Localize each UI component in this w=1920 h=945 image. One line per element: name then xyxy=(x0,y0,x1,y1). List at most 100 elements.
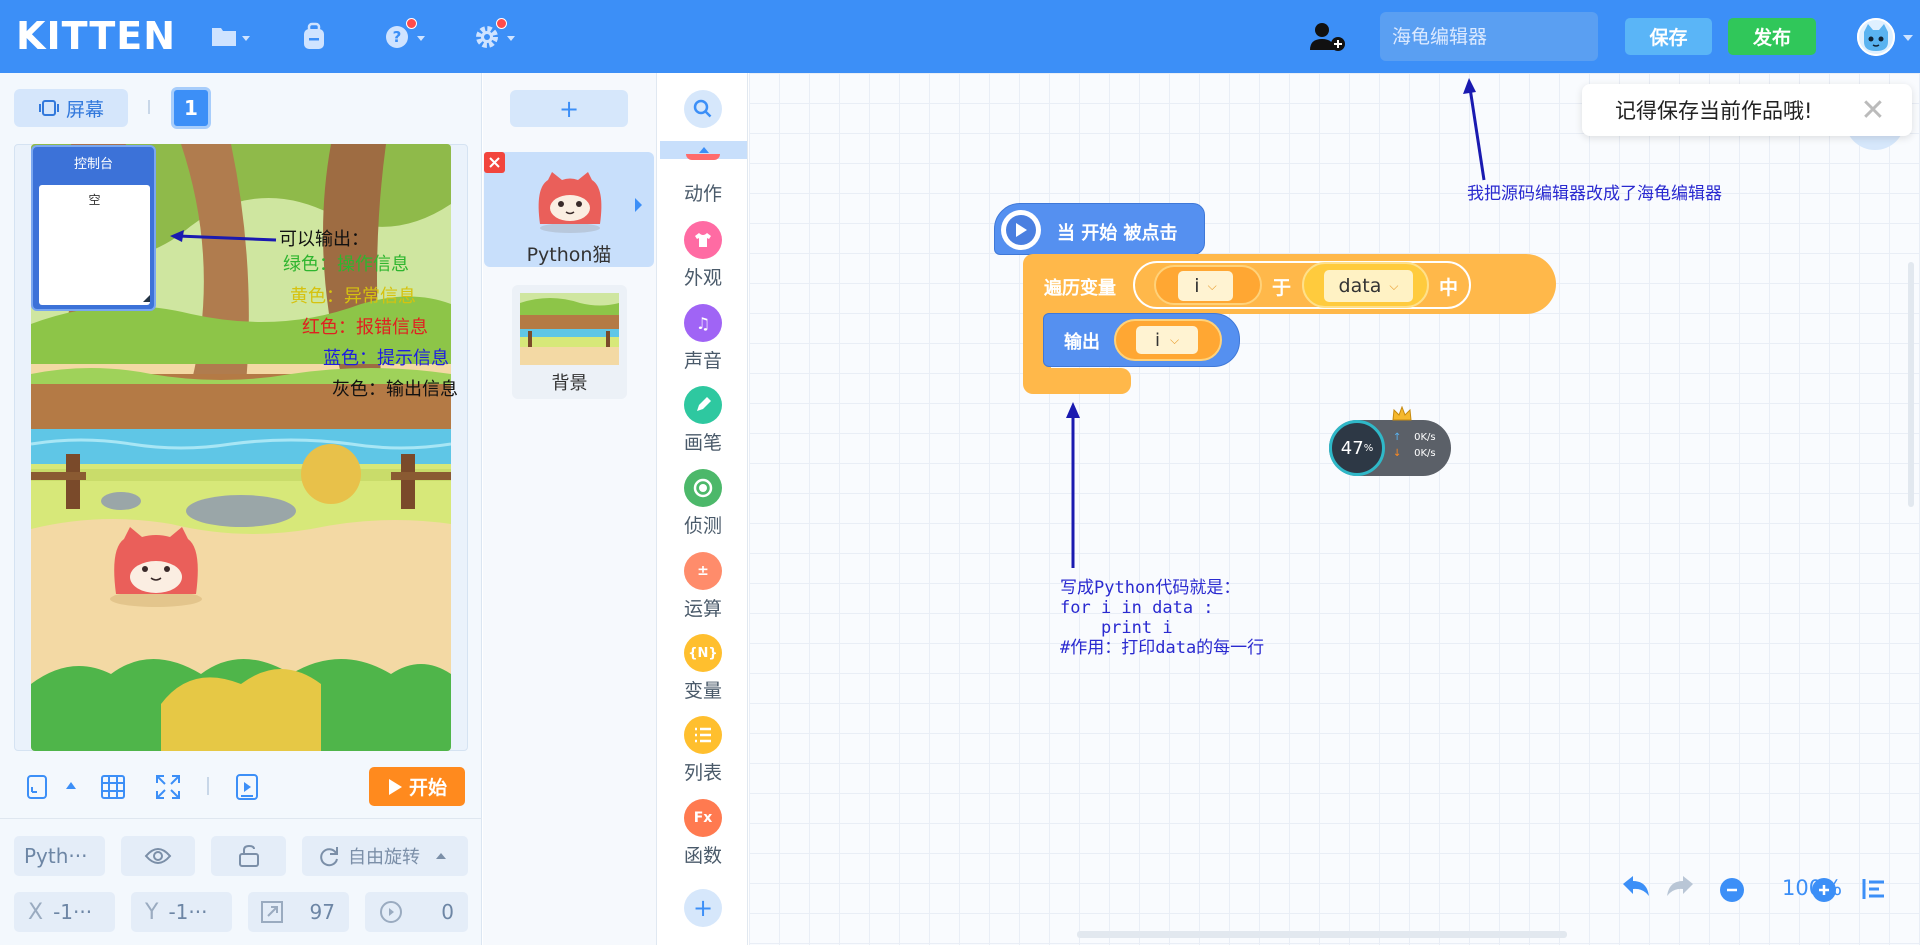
legend-red: 红色：报错信息 xyxy=(302,317,428,338)
props-divider xyxy=(0,818,482,819)
close-icon xyxy=(489,157,500,168)
clean-up-blocks-button[interactable] xyxy=(1862,878,1886,902)
grid-toggle-button[interactable] xyxy=(98,772,128,802)
function-icon: Fx xyxy=(684,799,722,837)
direction-field[interactable]: 0 xyxy=(365,892,468,932)
avatar-cat-icon xyxy=(1857,18,1895,56)
backpack-button[interactable] xyxy=(292,18,336,54)
toast-message: 记得保存当前作品哦! xyxy=(1615,99,1813,123)
start-button-label: 开始 xyxy=(408,777,447,799)
avatar-caret-icon[interactable] xyxy=(1903,35,1913,41)
direction-icon xyxy=(380,901,402,923)
print-arg-reporter[interactable]: i ⌵ xyxy=(1114,319,1222,361)
x-label: X xyxy=(28,899,44,925)
lock-toggle[interactable] xyxy=(211,836,286,876)
rotation-mode-select[interactable]: 自由旋转 xyxy=(302,836,468,876)
sprite-card-background[interactable]: 背景 xyxy=(512,285,627,399)
grid-icon xyxy=(101,775,125,799)
arrow-down-icon: ↓ xyxy=(1393,448,1402,459)
chevron-down-icon: ⌵ xyxy=(1389,278,1399,293)
category-label: 外观 xyxy=(683,267,722,289)
add-sprite-button[interactable]: + xyxy=(510,90,628,127)
sprite-name-label: Python猫 xyxy=(526,244,612,266)
upload-speed: ↑ 0K/s xyxy=(1393,432,1436,443)
workspace-vertical-scrollbar[interactable] xyxy=(1908,262,1914,507)
hat-block-label: 当 开始 被点击 xyxy=(1057,223,1178,244)
undo-button[interactable] xyxy=(1621,874,1651,904)
block-search-button[interactable] xyxy=(684,90,722,128)
close-icon: ✕ xyxy=(1860,92,1886,128)
screen-number-button[interactable]: 1 xyxy=(171,87,211,129)
x-position-field[interactable]: X -1··· xyxy=(14,892,115,932)
start-button[interactable]: 开始 xyxy=(369,767,465,806)
category-motion[interactable]: 动作 xyxy=(658,159,748,206)
rotation-caret-icon xyxy=(436,853,446,859)
redo-button[interactable] xyxy=(1665,874,1695,904)
category-functions[interactable]: Fx 函数 xyxy=(658,799,748,868)
visibility-toggle[interactable] xyxy=(121,836,195,876)
small-stage-button[interactable] xyxy=(22,772,52,802)
console-title: 控制台 xyxy=(73,157,113,172)
stage-size-caret-icon[interactable] xyxy=(66,782,76,789)
zoom-in-button[interactable] xyxy=(1812,878,1836,902)
loop-list-value: data xyxy=(1338,275,1382,297)
help-menu-button[interactable]: ? xyxy=(382,18,426,54)
workspace-horizontal-scrollbar[interactable] xyxy=(1077,931,1567,938)
category-looks[interactable]: 外观 xyxy=(658,221,748,290)
sprite-expand-arrow-icon[interactable] xyxy=(635,198,642,212)
console-resize-handle[interactable] xyxy=(143,295,150,302)
device-preview-button[interactable] xyxy=(232,772,262,802)
console-panel[interactable]: 控制台 空 xyxy=(31,145,156,311)
cpu-percent-value: 47 xyxy=(1340,437,1364,459)
legend-title: 可以输出： xyxy=(279,229,369,250)
loop-list-reporter[interactable]: data ⌵ xyxy=(1302,262,1429,308)
hat-block-when-start[interactable]: 当 开始 被点击 xyxy=(994,203,1205,255)
loop-var-reporter[interactable]: i ⌵ xyxy=(1154,265,1262,305)
category-sensing[interactable]: 侦测 xyxy=(658,469,748,538)
y-position-field[interactable]: Y -1··· xyxy=(131,892,232,932)
toast-close-button[interactable]: ✕ xyxy=(1855,92,1891,128)
add-collaborator-button[interactable] xyxy=(1308,20,1348,54)
folder-menu-button[interactable] xyxy=(208,18,252,54)
add-extension-button[interactable]: + xyxy=(684,889,722,927)
sprite-name-value: Pyth··· xyxy=(24,844,88,868)
user-avatar[interactable] xyxy=(1857,18,1895,56)
plus-icon: + xyxy=(692,894,714,922)
category-operators[interactable]: ± 运算 xyxy=(658,552,748,621)
size-field[interactable]: 97 xyxy=(248,892,349,932)
sprite-name-field[interactable]: Pyth··· xyxy=(14,836,105,876)
screen-button-label: 屏幕 xyxy=(65,98,104,121)
code-workspace[interactable] xyxy=(749,73,1920,945)
search-icon xyxy=(693,99,712,118)
settings-menu-button[interactable] xyxy=(472,18,516,54)
delete-sprite-button[interactable] xyxy=(484,152,505,173)
loop-list-dropdown[interactable]: data ⌵ xyxy=(1324,270,1413,302)
toolbar-divider xyxy=(148,100,150,114)
zoom-out-button[interactable] xyxy=(1720,878,1744,902)
category-pen[interactable]: 画笔 xyxy=(658,386,748,455)
category-sound[interactable]: ♫ 声音 xyxy=(658,304,748,373)
sprite-card-python-cat[interactable]: Python猫 xyxy=(484,152,654,267)
save-button[interactable]: 保存 xyxy=(1625,18,1712,55)
print-arg-dropdown[interactable]: i ⌵ xyxy=(1136,326,1198,354)
help-notification-dot xyxy=(406,18,417,29)
category-variables[interactable]: {N} 变量 xyxy=(658,634,748,703)
project-title-input[interactable] xyxy=(1380,12,1598,61)
loop-var-value: i xyxy=(1194,275,1200,297)
plus-icon xyxy=(1819,885,1829,895)
background-name-label: 背景 xyxy=(551,373,588,394)
screen-button[interactable]: 屏幕 xyxy=(14,89,128,127)
add-user-icon xyxy=(1310,23,1345,51)
publish-button[interactable]: 发布 xyxy=(1728,18,1816,55)
print-block[interactable]: 输出 i ⌵ xyxy=(1043,313,1240,367)
network-speed-widget[interactable]: 47% ↑ 0K/s ↓ 0K/s xyxy=(1329,420,1451,476)
fullscreen-button[interactable] xyxy=(153,772,183,802)
category-lists[interactable]: 列表 xyxy=(658,716,748,785)
cpu-percent-dial: 47% xyxy=(1329,420,1385,476)
legend-green: 绿色：操作信息 xyxy=(283,254,409,275)
direction-value: 0 xyxy=(441,900,454,924)
screen-icon xyxy=(38,100,59,116)
loop-var-dropdown[interactable]: i ⌵ xyxy=(1178,271,1233,301)
backpack-icon xyxy=(304,22,324,49)
rotate-icon xyxy=(320,847,338,867)
